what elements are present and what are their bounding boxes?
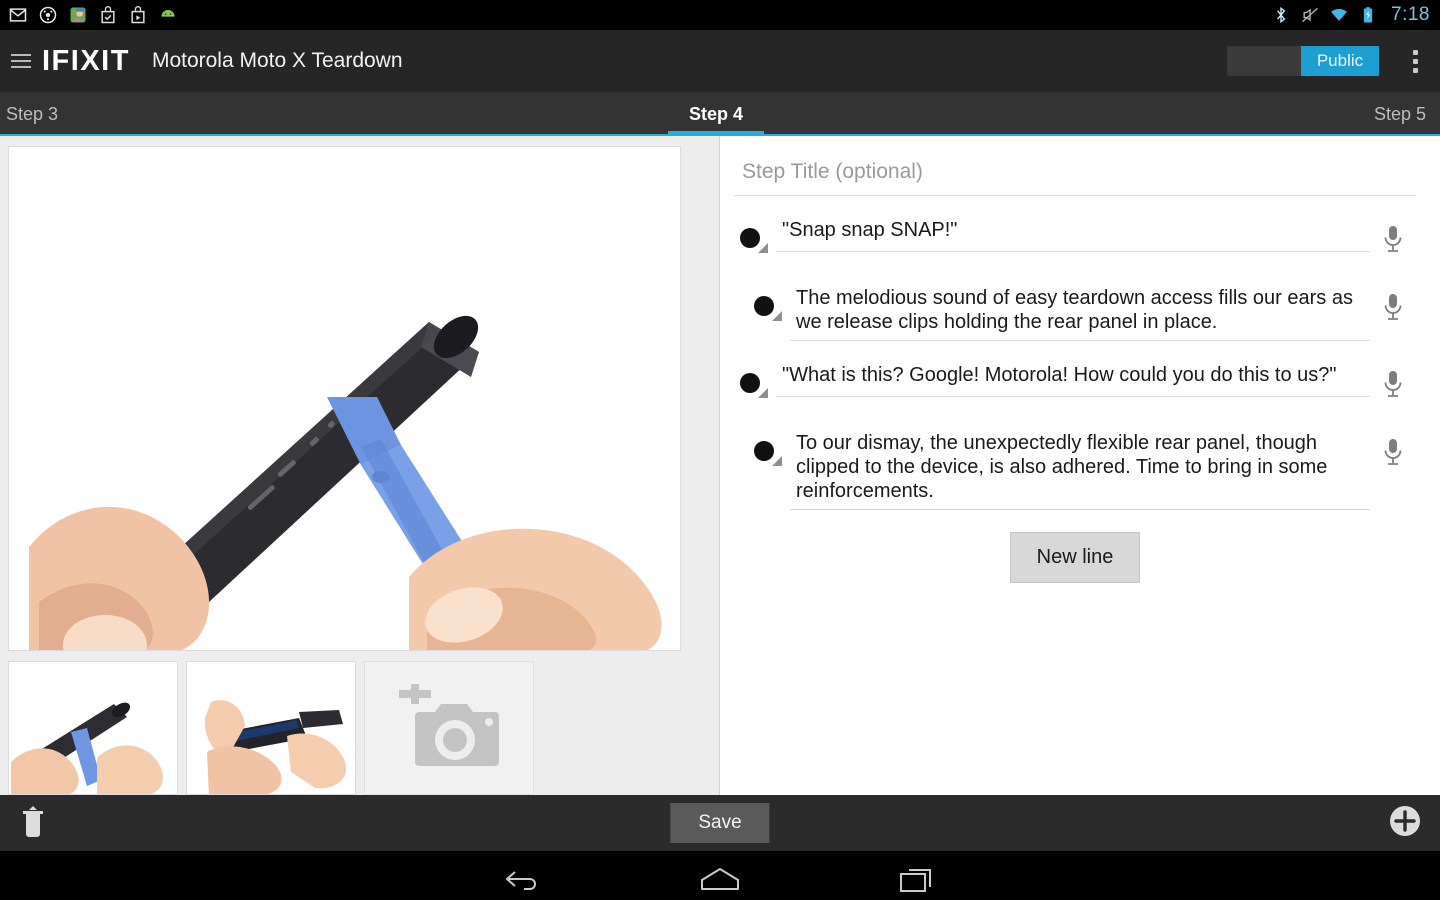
thumbnail-strip bbox=[8, 661, 709, 795]
tasks-icon bbox=[101, 6, 115, 24]
black-bullet-icon[interactable] bbox=[734, 369, 776, 409]
bullet-caret-icon bbox=[772, 456, 782, 466]
bullet-text-input-1[interactable]: "Snap snap SNAP!" bbox=[776, 218, 1370, 252]
step-title-input[interactable] bbox=[734, 154, 1416, 196]
add-photo-button[interactable] bbox=[364, 661, 534, 795]
step-tab-strip: Step 3 Step 4 Step 5 bbox=[0, 92, 1440, 136]
bullet-item-2: The melodious sound of easy teardown acc… bbox=[748, 286, 1416, 341]
battery-charging-icon bbox=[1363, 7, 1373, 23]
play-store-icon bbox=[131, 6, 145, 24]
status-clock: 7:18 bbox=[1391, 4, 1430, 25]
game-icon bbox=[70, 7, 86, 23]
android-icon bbox=[161, 10, 175, 17]
bottom-action-bar: Save bbox=[0, 795, 1440, 851]
home-icon bbox=[701, 867, 739, 890]
microphone-icon-1[interactable] bbox=[1370, 218, 1416, 254]
overflow-menu-icon[interactable] bbox=[1405, 42, 1426, 81]
bullet-dot bbox=[740, 373, 760, 393]
tab-underline bbox=[0, 134, 1440, 136]
hero-image-graphic bbox=[9, 147, 680, 650]
disc-icon bbox=[39, 6, 57, 24]
bullet-caret-icon bbox=[772, 311, 782, 321]
status-system-icons: 7:18 bbox=[1271, 4, 1430, 26]
toggle-track bbox=[1227, 46, 1301, 76]
tab-step-5[interactable]: Step 5 bbox=[953, 92, 1440, 136]
tab-step-4[interactable]: Step 4 bbox=[479, 92, 952, 136]
status-notification-icons bbox=[8, 5, 178, 25]
bullet-dot bbox=[754, 441, 774, 461]
microphone-icon bbox=[1384, 439, 1402, 465]
save-button[interactable]: Save bbox=[670, 803, 770, 843]
bullet-list: "Snap snap SNAP!" The melodious sound of… bbox=[734, 218, 1416, 510]
microphone-icon-2[interactable] bbox=[1370, 286, 1416, 322]
bullet-caret-icon bbox=[758, 388, 768, 398]
ifixit-logo: IFIXIT bbox=[42, 44, 130, 77]
android-status-bar: 7:18 bbox=[0, 0, 1440, 30]
visibility-toggle[interactable]: Public bbox=[1227, 46, 1379, 76]
thumbnail-2[interactable] bbox=[186, 661, 356, 795]
hero-image[interactable] bbox=[8, 146, 681, 651]
bullet-item-1: "Snap snap SNAP!" bbox=[734, 218, 1416, 264]
thumbnail-1[interactable] bbox=[8, 661, 178, 795]
black-bullet-icon[interactable] bbox=[734, 224, 776, 264]
thumbnail-1-graphic bbox=[9, 662, 177, 794]
bullet-dot bbox=[740, 228, 760, 248]
app-bar: IFIXIT Motorola Moto X Teardown Public bbox=[0, 30, 1440, 92]
volume-muted-icon bbox=[1302, 7, 1318, 23]
bullet-caret-icon bbox=[758, 243, 768, 253]
bullet-item-3: "What is this? Google! Motorola! How cou… bbox=[734, 363, 1416, 409]
bullet-dot bbox=[754, 296, 774, 316]
bullet-item-4: To our dismay, the unexpectedly flexible… bbox=[748, 431, 1416, 510]
main-content: "Snap snap SNAP!" The melodious sound of… bbox=[0, 136, 1440, 795]
add-step-button[interactable] bbox=[1388, 804, 1422, 843]
microphone-icon-4[interactable] bbox=[1370, 431, 1416, 467]
microphone-icon bbox=[1384, 226, 1402, 252]
black-bullet-icon[interactable] bbox=[748, 437, 790, 477]
back-icon bbox=[505, 870, 536, 890]
recents-button[interactable] bbox=[888, 856, 948, 900]
page-title: Motorola Moto X Teardown bbox=[151, 49, 403, 72]
home-button[interactable] bbox=[690, 856, 750, 900]
microphone-icon bbox=[1384, 371, 1402, 397]
bluetooth-icon bbox=[1277, 6, 1286, 24]
bullet-text-input-4[interactable]: To our dismay, the unexpectedly flexible… bbox=[790, 431, 1370, 510]
media-pane bbox=[0, 136, 720, 795]
toggle-public-label[interactable]: Public bbox=[1301, 46, 1379, 76]
new-line-row: New line bbox=[734, 532, 1416, 583]
app-bar-actions: Public bbox=[1227, 42, 1426, 81]
microphone-icon-3[interactable] bbox=[1370, 363, 1416, 399]
microphone-icon bbox=[1384, 294, 1402, 320]
bullet-text-input-2[interactable]: The melodious sound of easy teardown acc… bbox=[790, 286, 1370, 341]
tab-step-3[interactable]: Step 3 bbox=[0, 92, 479, 136]
back-button[interactable] bbox=[492, 856, 552, 900]
recents-icon bbox=[900, 868, 931, 892]
thumbnail-2-graphic bbox=[187, 662, 355, 794]
bullet-text-input-3[interactable]: "What is this? Google! Motorola! How cou… bbox=[776, 363, 1370, 397]
delete-step-button[interactable] bbox=[18, 804, 48, 843]
step-editor-pane: "Snap snap SNAP!" The melodious sound of… bbox=[720, 136, 1440, 795]
new-line-button[interactable]: New line bbox=[1009, 532, 1141, 583]
trash-icon bbox=[23, 805, 43, 837]
hamburger-icon[interactable] bbox=[0, 30, 42, 92]
add-photo-camera-icon bbox=[399, 684, 499, 766]
wifi-icon bbox=[1331, 9, 1347, 21]
android-nav-bar bbox=[0, 851, 1440, 900]
gmail-icon bbox=[9, 8, 27, 22]
black-bullet-icon[interactable] bbox=[748, 292, 790, 332]
plus-circle-icon bbox=[1390, 805, 1420, 836]
